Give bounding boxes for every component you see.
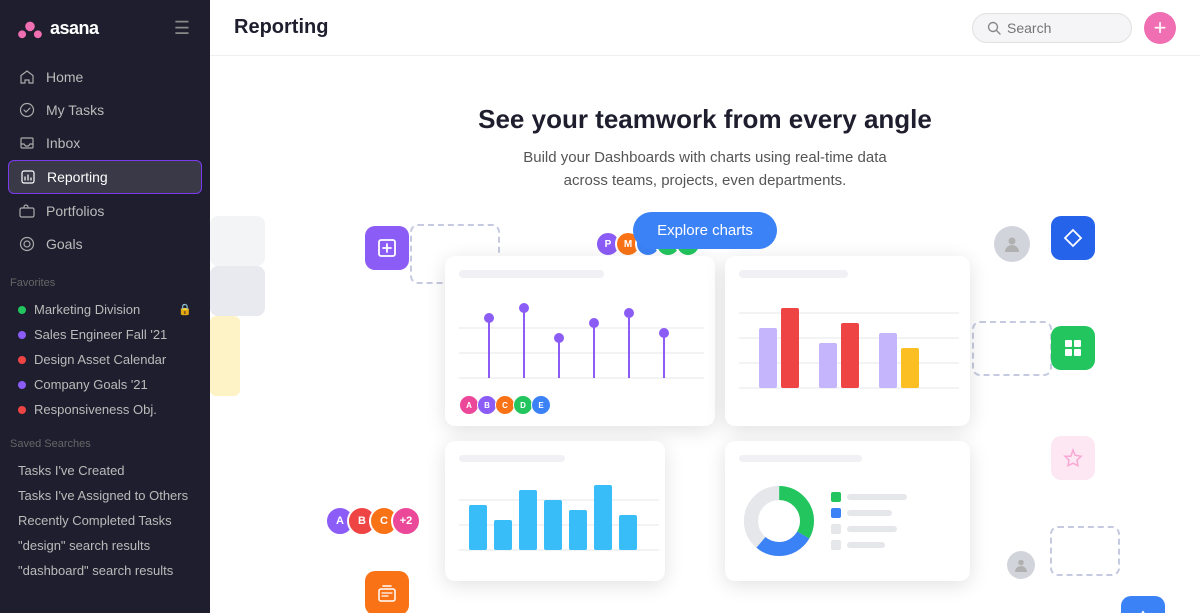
float-blue-tri-icon [1121,596,1165,613]
asana-logo-icon [16,15,44,43]
donut-chart-svg [739,481,819,561]
chart-card-bars [725,256,970,426]
saved-search-dashboard[interactable]: "dashboard" search results [8,558,202,583]
float-pink-icon [1051,436,1095,480]
favorite-label-responsiveness: Responsiveness Obj. [34,402,157,417]
portfolios-icon [18,202,36,220]
sidebar-item-home[interactable]: Home [8,61,202,93]
float-gray-card-right [210,266,265,316]
favorite-item-sales[interactable]: Sales Engineer Fall '21 [8,322,202,347]
saved-searches-section: Tasks I've Created Tasks I've Assigned t… [0,454,210,587]
saved-search-design[interactable]: "design" search results [8,533,202,558]
saved-searches-label: Saved Searches [0,426,210,454]
favorite-label-sales: Sales Engineer Fall '21 [34,327,167,342]
explore-charts-button[interactable]: Explore charts [633,212,777,249]
sidebar-item-portfolios[interactable]: Portfolios [8,195,202,227]
float-purple-icon [365,226,409,270]
favorite-item-design[interactable]: Design Asset Calendar [8,347,202,372]
asana-logo: asana [16,15,99,43]
search-input[interactable] [1007,20,1117,36]
saved-search-label-created: Tasks I've Created [18,463,125,478]
saved-search-created[interactable]: Tasks I've Created [8,458,202,483]
inbox-label: Inbox [46,135,80,151]
home-icon [18,68,36,86]
portfolios-label: Portfolios [46,203,104,219]
sidebar: asana ☰ Home My Tasks Inbox [0,0,210,613]
sidebar-item-goals[interactable]: Goals [8,228,202,260]
saved-search-completed[interactable]: Recently Completed Tasks [8,508,202,533]
sidebar-nav: Home My Tasks Inbox Reporting [0,57,210,265]
dot-goals21 [18,381,26,389]
float-blue-diamond-icon [1051,216,1095,260]
search-box[interactable] [972,13,1132,43]
sidebar-item-inbox[interactable]: Inbox [8,127,202,159]
topbar-right: + [972,12,1176,44]
page-title: Reporting [234,16,328,39]
saved-search-label-assigned: Tasks I've Assigned to Others [18,488,188,503]
hero-subtitle: Build your Dashboards with charts using … [478,147,932,192]
favorites-label: Favorites [0,265,210,293]
search-icon [987,21,1001,35]
blue-bars-svg [459,470,659,565]
favorite-item-responsiveness[interactable]: Responsiveness Obj. [8,397,202,422]
chart-card-blue-bars [445,441,665,581]
logo-text: asana [50,18,99,39]
float-gray-card-left [210,216,265,266]
avatar-big-4: +2 [391,506,421,536]
goals-icon [18,235,36,253]
chart-card-donut [725,441,970,581]
sidebar-item-my-tasks[interactable]: My Tasks [8,94,202,126]
hero-title: See your teamwork from every angle [478,104,932,135]
sidebar-header: asana ☰ [0,0,210,57]
add-button[interactable]: + [1144,12,1176,44]
lock-icon: 🔒 [178,303,192,316]
saved-search-label-completed: Recently Completed Tasks [18,513,172,528]
favorite-label-marketing: Marketing Division [34,302,140,317]
float-green-icon [1051,326,1095,370]
dashed-box-2 [972,321,1052,376]
favorite-label-goals21: Company Goals '21 [34,377,148,392]
favorite-item-goals21[interactable]: Company Goals '21 [8,372,202,397]
dot-sales [18,331,26,339]
sidebar-item-reporting[interactable]: Reporting [8,160,202,194]
inbox-icon [18,134,36,152]
saved-search-assigned[interactable]: Tasks I've Assigned to Others [8,483,202,508]
saved-search-label-design: "design" search results [18,538,150,553]
bar-chart-svg [739,288,959,408]
dot-responsiveness [18,406,26,414]
my-tasks-label: My Tasks [46,102,104,118]
float-yellow-stripe [210,316,240,396]
avatars-row-bottom: A B C +2 [325,506,421,536]
dashed-box-3 [1050,526,1120,576]
lollipop-chart-svg [459,288,704,393]
favorites-section: Marketing Division 🔒 Sales Engineer Fall… [0,293,210,426]
sidebar-toggle-icon[interactable]: ☰ [170,14,194,43]
saved-search-label-dashboard: "dashboard" search results [18,563,173,578]
float-orange-icon [365,571,409,613]
dashboard-illustration: P M J K +2 A B C +2 [210,216,1200,613]
person-avatar-top-right [994,226,1030,262]
dot-marketing [18,306,26,314]
reporting-label: Reporting [47,169,108,185]
home-label: Home [46,69,83,85]
hero-text: See your teamwork from every angle Build… [458,56,952,269]
favorite-label-design: Design Asset Calendar [34,352,166,367]
goals-label: Goals [46,236,83,252]
reporting-icon [19,168,37,186]
main-content: Reporting + See your teamwork from every… [210,0,1200,613]
favorite-item-marketing[interactable]: Marketing Division 🔒 [8,297,202,322]
chart-card-lollipop: A B C D E [445,256,715,426]
hero-section: See your teamwork from every angle Build… [210,56,1200,613]
person-avatar-sm [1007,551,1035,579]
my-tasks-icon [18,101,36,119]
dot-design [18,356,26,364]
topbar: Reporting + [210,0,1200,56]
